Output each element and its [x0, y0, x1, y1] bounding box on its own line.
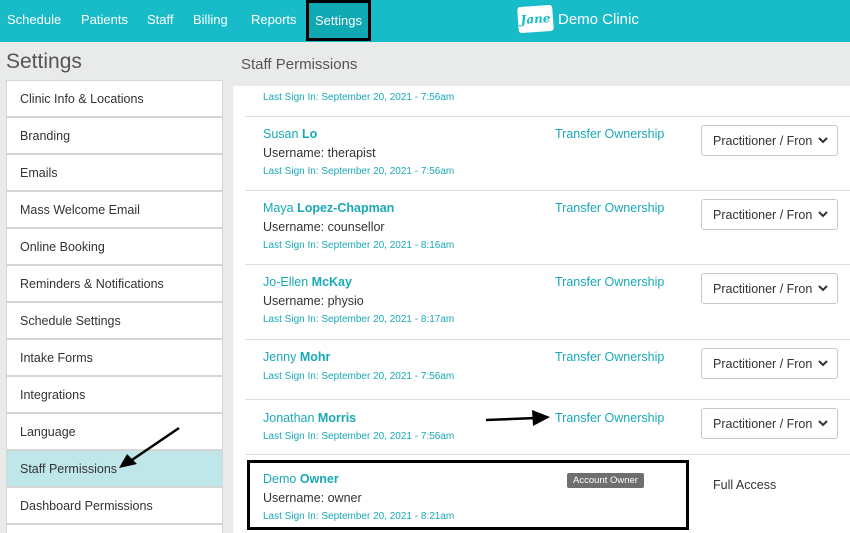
sidebar-item-schedule-settings[interactable]: Schedule Settings — [6, 302, 223, 339]
jane-logo-icon: Jane — [517, 4, 554, 34]
brand[interactable]: Jane Demo Clinic — [517, 4, 639, 34]
sidebar-item-branding[interactable]: Branding — [6, 117, 223, 154]
sidebar-item-reminders[interactable]: Reminders & Notifications — [6, 265, 223, 302]
nav-settings[interactable]: Settings — [306, 0, 371, 41]
staff-last-sign-in: Last Sign In: September 20, 2021 - 7:56a… — [263, 166, 455, 177]
nav-schedule[interactable]: Schedule — [7, 12, 61, 27]
sidebar-item-intake-forms[interactable]: Intake Forms — [6, 339, 223, 376]
staff-last-sign-in: Last Sign In: September 20, 2021 - 7:56a… — [263, 371, 455, 382]
main-header: Staff Permissions — [230, 42, 850, 86]
sidebar-item-more[interactable] — [6, 524, 223, 533]
staff-row: Susan Lo Username: therapist Last Sign I… — [245, 117, 850, 191]
role-select-value: Practitioner / Fron — [713, 416, 813, 431]
chevron-down-icon — [818, 420, 828, 427]
nav-billing[interactable]: Billing — [193, 12, 228, 27]
role-select-value: Practitioner / Fron — [713, 281, 813, 296]
staff-last-sign-in: Last Sign In: September 20, 2021 - 8:17a… — [263, 314, 455, 325]
role-select-value: Practitioner / Fron — [713, 207, 813, 222]
staff-last-sign-in: Last Sign In: September 20, 2021 - 7:56a… — [263, 92, 455, 103]
sidebar-item-emails[interactable]: Emails — [6, 154, 223, 191]
transfer-ownership-link[interactable]: Transfer Ownership — [555, 275, 664, 289]
arrow-icon — [119, 426, 180, 468]
staff-row: Jo-Ellen McKay Username: physio Last Sig… — [245, 265, 850, 340]
role-select[interactable]: Practitioner / Fron — [701, 125, 838, 156]
page-title: Staff Permissions — [241, 56, 358, 73]
chevron-down-icon — [818, 137, 828, 144]
staff-row: Maya Lopez-Chapman Username: counsellor … — [245, 191, 850, 265]
sidebar-item-dashboard-permissions[interactable]: Dashboard Permissions — [6, 487, 223, 524]
role-select[interactable]: Practitioner / Fron — [701, 408, 838, 439]
staff-username: Username: counsellor — [263, 220, 385, 234]
sidebar-item-clinic-info[interactable]: Clinic Info & Locations — [6, 80, 223, 117]
staff-last-sign-in: Last Sign In: September 20, 2021 - 8:16a… — [263, 240, 455, 251]
top-nav-bar: Schedule Patients Staff Billing Reports … — [0, 0, 850, 42]
staff-name[interactable]: Jo-Ellen McKay — [263, 275, 352, 289]
role-select[interactable]: Practitioner / Fron — [701, 273, 838, 304]
role-select[interactable]: Practitioner / Fron — [701, 199, 838, 230]
staff-name[interactable]: Susan Lo — [263, 127, 317, 141]
sidebar-item-integrations[interactable]: Integrations — [6, 376, 223, 413]
full-access-label: Full Access — [713, 478, 777, 492]
sidebar-title: Settings — [6, 50, 82, 73]
clinic-name: Demo Clinic — [558, 10, 639, 28]
nav-reports[interactable]: Reports — [251, 12, 297, 27]
transfer-ownership-link[interactable]: Transfer Ownership — [555, 127, 664, 141]
staff-row-partial: Last Sign In: September 20, 2021 - 7:56a… — [245, 86, 850, 117]
staff-name[interactable]: Jonathan Morris — [263, 411, 356, 425]
sidebar-item-online-booking[interactable]: Online Booking — [6, 228, 223, 265]
staff-username: Username: therapist — [263, 146, 376, 160]
staff-row: Jenny Mohr Last Sign In: September 20, 2… — [245, 340, 850, 400]
staff-username: Username: physio — [263, 294, 364, 308]
staff-name[interactable]: Maya Lopez-Chapman — [263, 201, 394, 215]
nav-patients[interactable]: Patients — [81, 12, 128, 27]
sidebar-item-mass-welcome-email[interactable]: Mass Welcome Email — [6, 191, 223, 228]
chevron-down-icon — [818, 360, 828, 367]
chevron-down-icon — [818, 211, 828, 218]
staff-name[interactable]: Jenny Mohr — [263, 350, 330, 364]
owner-highlight-box — [247, 460, 689, 530]
arrow-icon — [485, 410, 550, 426]
chevron-down-icon — [818, 285, 828, 292]
nav-staff[interactable]: Staff — [147, 12, 174, 27]
staff-last-sign-in: Last Sign In: September 20, 2021 - 7:56a… — [263, 431, 455, 442]
transfer-ownership-link[interactable]: Transfer Ownership — [555, 201, 664, 215]
transfer-ownership-link[interactable]: Transfer Ownership — [555, 350, 664, 364]
role-select-value: Practitioner / Fron — [713, 133, 813, 148]
transfer-ownership-link[interactable]: Transfer Ownership — [555, 411, 664, 425]
role-select[interactable]: Practitioner / Fron — [701, 348, 838, 379]
role-select-value: Practitioner / Fron — [713, 356, 813, 371]
